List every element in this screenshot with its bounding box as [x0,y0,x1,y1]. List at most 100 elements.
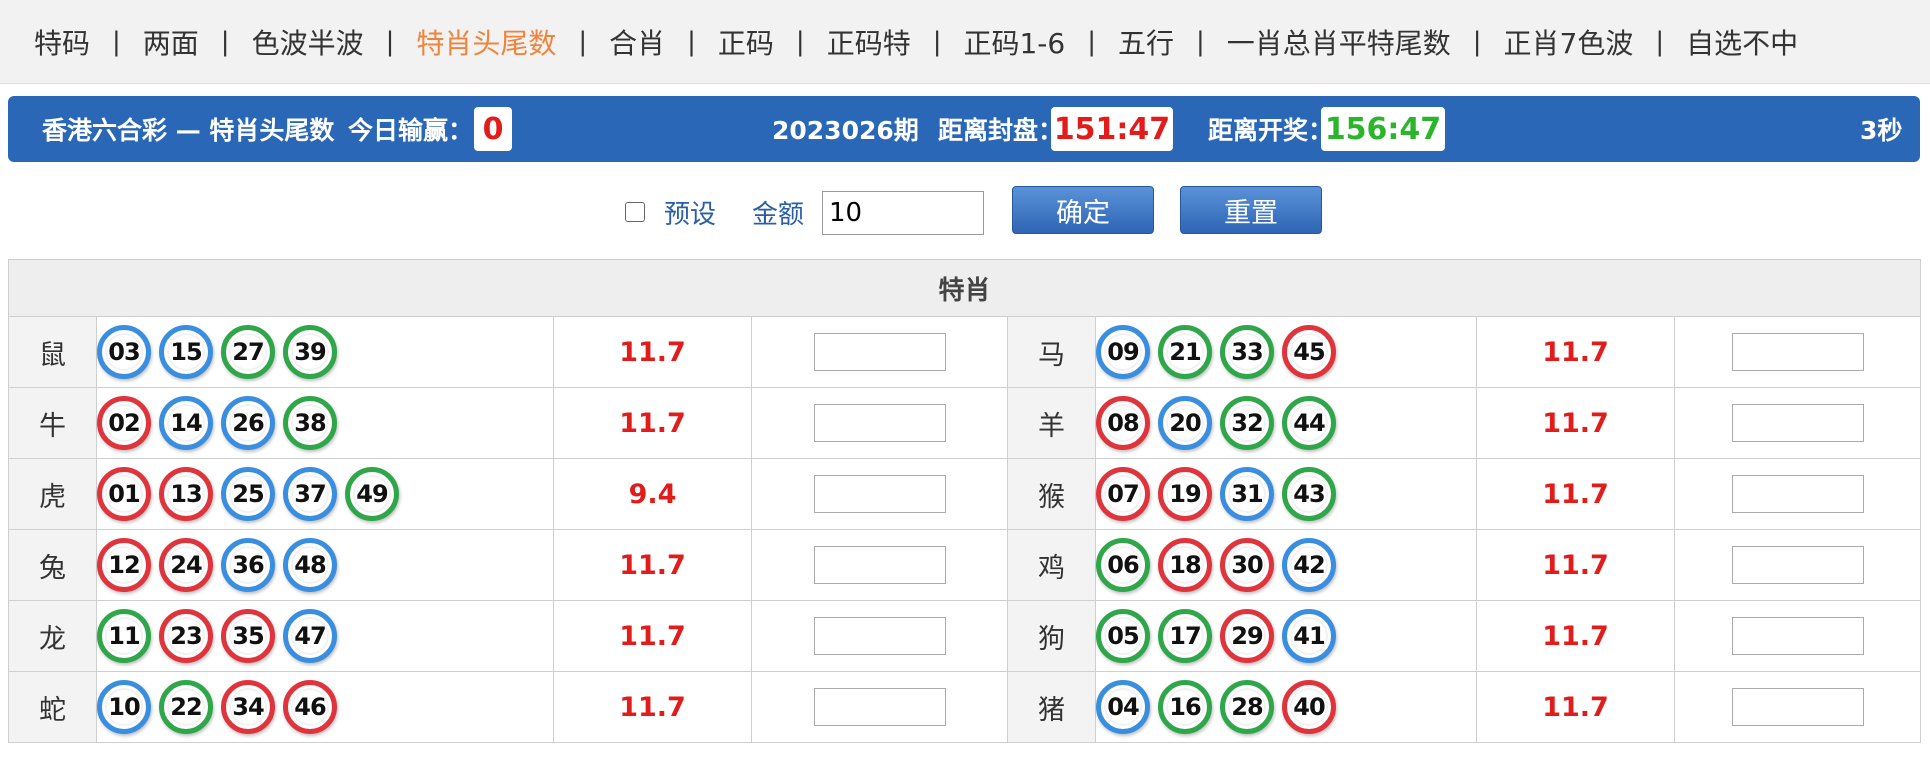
odds-value: 11.7 [553,316,752,388]
odds-value: 11.7 [1476,387,1675,459]
nav-separator: | [1195,26,1205,57]
nav-tab[interactable]: 自选不中 [1686,22,1798,62]
zodiac-name: 鼠 [8,316,97,388]
bet-cell [751,600,1008,672]
today-winloss-value: 0 [474,107,512,151]
reset-button[interactable]: 重置 [1180,186,1322,234]
zodiac-name: 蛇 [8,671,97,743]
nav-tab[interactable]: 色波半波 [252,22,364,62]
number-ball: 42 [1282,538,1336,592]
nav-tab[interactable]: 正码1-6 [963,22,1065,62]
odds-value: 11.7 [1476,529,1675,601]
odds-value: 11.7 [553,600,752,672]
number-ball: 44 [1282,396,1336,450]
nav-tab[interactable]: 特码 [34,22,90,62]
bet-cell [1673,600,1922,672]
draw-countdown-time: 156:47 [1321,107,1445,151]
bet-amount-input[interactable] [1731,688,1864,726]
zodiac-number-balls: 04 16 28 40 [1095,671,1477,743]
bet-amount-input[interactable] [813,475,946,513]
zodiac-number-balls: 07 19 31 43 [1095,458,1477,530]
number-ball: 28 [1220,680,1274,734]
number-ball: 32 [1220,396,1274,450]
bet-amount-input[interactable] [1731,404,1864,442]
nav-separator: | [932,26,942,57]
nav-tab[interactable]: 一肖总肖平特尾数 [1227,22,1451,62]
number-ball: 16 [1158,680,1212,734]
number-ball: 24 [159,538,213,592]
amount-input[interactable] [822,191,984,235]
draw-countdown-label: 距离开奖： [1208,116,1334,145]
bet-controls: 预设 金额 确定 重置 [0,186,1930,236]
number-ball: 23 [159,609,213,663]
number-ball: 46 [283,680,337,734]
bet-cell [1673,529,1922,601]
zodiac-name: 兔 [8,529,97,601]
number-ball: 12 [97,538,151,592]
bet-amount-input[interactable] [1731,617,1864,655]
nav-tab[interactable]: 正码 [718,22,774,62]
zodiac-number-balls: 01 13 25 37 49 [96,458,554,530]
refresh-timer[interactable]: 3秒 [1860,96,1902,162]
number-ball: 10 [97,680,151,734]
number-ball: 21 [1158,325,1212,379]
zodiac-number-balls: 05 17 29 41 [1095,600,1477,672]
nav-tab[interactable]: 合肖 [609,22,665,62]
table-row: 蛇 10 22 34 46 11.7 猪 04 16 28 40 11.7 [8,671,1922,743]
number-ball: 27 [221,325,275,379]
number-ball: 36 [221,538,275,592]
number-ball: 31 [1220,467,1274,521]
bet-amount-input[interactable] [813,617,946,655]
zodiac-name: 羊 [1007,387,1096,459]
number-ball: 18 [1158,538,1212,592]
zodiac-number-balls: 09 21 33 45 [1095,316,1477,388]
table-row: 鼠 03 15 27 39 11.7 马 09 21 33 45 11.7 [8,316,1922,388]
bet-cell [751,387,1008,459]
close-countdown-time: 151:47 [1051,107,1173,151]
number-ball: 11 [97,609,151,663]
bet-amount-input[interactable] [813,688,946,726]
odds-value: 11.7 [553,529,752,601]
nav-separator: | [687,26,696,57]
number-ball: 49 [345,467,399,521]
nav-separator: | [385,26,395,57]
nav-tab[interactable]: 正肖7色波 [1504,22,1634,62]
odds-value: 11.7 [553,671,752,743]
nav-separator: | [1655,26,1665,57]
number-ball: 45 [1282,325,1336,379]
nav-tab[interactable]: 五行 [1118,22,1174,62]
bet-cell [1673,671,1922,743]
bet-cell [751,458,1008,530]
number-ball: 05 [1096,609,1150,663]
confirm-button[interactable]: 确定 [1012,186,1154,234]
number-ball: 20 [1158,396,1212,450]
number-ball: 08 [1096,396,1150,450]
nav-tab[interactable]: 正码特 [827,22,911,62]
zodiac-name: 马 [1007,316,1096,388]
zodiac-name: 牛 [8,387,97,459]
nav-separator: | [795,26,805,57]
number-ball: 19 [1158,467,1212,521]
zodiac-number-balls: 02 14 26 38 [96,387,554,459]
number-ball: 09 [1096,325,1150,379]
bet-amount-input[interactable] [813,546,946,584]
odds-value: 11.7 [1476,458,1675,530]
zodiac-name: 龙 [8,600,97,672]
bet-amount-input[interactable] [813,333,946,371]
bet-amount-input[interactable] [1731,546,1864,584]
nav-tab[interactable]: 特肖头尾数 [416,22,556,62]
bet-amount-input[interactable] [1731,333,1864,371]
number-ball: 41 [1282,609,1336,663]
bet-amount-input[interactable] [813,404,946,442]
preset-checkbox[interactable] [625,202,645,222]
number-ball: 13 [159,467,213,521]
zodiac-number-balls: 03 15 27 39 [96,316,554,388]
nav-tab[interactable]: 两面 [143,22,199,62]
zodiac-name: 狗 [1007,600,1096,672]
bet-cell [1673,458,1922,530]
number-ball: 02 [97,396,151,450]
bet-amount-input[interactable] [1731,475,1864,513]
game-header: 香港六合彩 — 特肖头尾数 今日输赢： 0 2023026期 距离封盘： 151… [8,96,1920,162]
zodiac-name: 虎 [8,458,97,530]
game-type-nav: 特码 | 两面 | 色波半波 | 特肖头尾数 | 合肖 | 正码 | 正码特 | 正码1-6 | 五行 | 一肖总肖… [0,0,1930,84]
